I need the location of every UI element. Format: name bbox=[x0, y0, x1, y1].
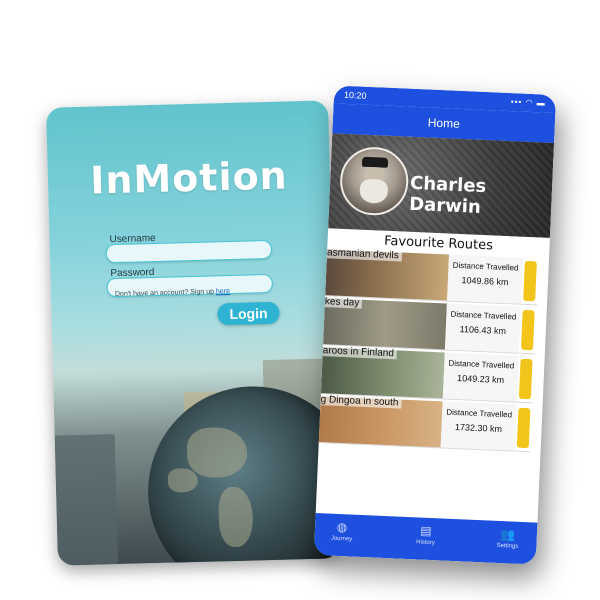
route-info: Distance Travelled 1106.43 km bbox=[444, 303, 521, 353]
nav-title: Home bbox=[427, 115, 461, 131]
home-screen: 10:20 ▪▪▪ ◠ ▬ Home Charles Darwin Favour… bbox=[313, 85, 557, 565]
tab-bar: ◍ Journey ▤ History 👥 Settings bbox=[313, 512, 538, 565]
city-background bbox=[54, 434, 119, 566]
tab-journey[interactable]: ◍ Journey bbox=[316, 519, 367, 543]
tab-history[interactable]: ▤ History bbox=[400, 523, 451, 547]
route-distance: 1732.30 km bbox=[454, 421, 503, 435]
history-icon: ▤ bbox=[420, 523, 432, 539]
profile-name: Charles Darwin bbox=[408, 172, 487, 218]
tab-label: Settings bbox=[496, 542, 519, 550]
tab-label: History bbox=[416, 539, 435, 547]
globe-land bbox=[186, 426, 248, 479]
tab-label: Journey bbox=[330, 535, 353, 543]
status-time: 10:20 bbox=[343, 89, 367, 101]
route-accent-bar[interactable] bbox=[516, 407, 531, 449]
route-accent-bar[interactable] bbox=[521, 309, 535, 351]
route-accent-bar[interactable] bbox=[523, 260, 537, 302]
app-logo-text: InMotion bbox=[89, 153, 289, 203]
route-item[interactable]: g Dingoa in south Distance Travelled 173… bbox=[318, 394, 533, 453]
journey-icon: ◍ bbox=[336, 519, 348, 535]
route-distance-label: Distance Travelled bbox=[446, 407, 513, 420]
route-distance: 1049.23 km bbox=[456, 373, 505, 386]
route-distance-label: Distance Travelled bbox=[448, 358, 515, 371]
settings-icon: 👥 bbox=[500, 527, 516, 542]
globe-land bbox=[167, 467, 199, 493]
signup-link[interactable]: here bbox=[216, 288, 230, 295]
globe-land bbox=[218, 486, 254, 548]
route-accent-bar[interactable] bbox=[518, 358, 533, 400]
username-input[interactable] bbox=[105, 239, 273, 264]
tab-settings[interactable]: 👥 Settings bbox=[482, 526, 533, 550]
route-distance-label: Distance Travelled bbox=[450, 309, 517, 322]
login-button[interactable]: Login bbox=[217, 301, 280, 326]
route-name: kes day bbox=[324, 296, 363, 309]
route-info: Distance Travelled 1049.23 km bbox=[442, 352, 519, 402]
profile-header: Charles Darwin bbox=[328, 133, 555, 238]
globe-image bbox=[145, 383, 340, 566]
route-distance-label: Distance Travelled bbox=[452, 260, 519, 273]
signup-text: Don't have an account? Sign up bbox=[114, 288, 215, 299]
route-info: Distance Travelled 1049.86 km bbox=[447, 254, 524, 304]
avatar-hat bbox=[361, 156, 389, 168]
route-distance: 1106.43 km bbox=[459, 324, 507, 337]
avatar-beard bbox=[359, 178, 389, 204]
route-info: Distance Travelled 1732.30 km bbox=[440, 401, 517, 451]
status-icons: ▪▪▪ ◠ ▬ bbox=[510, 97, 546, 108]
route-distance: 1049.86 km bbox=[461, 275, 509, 288]
login-screen: InMotion Username Password Don't have an… bbox=[46, 100, 340, 566]
